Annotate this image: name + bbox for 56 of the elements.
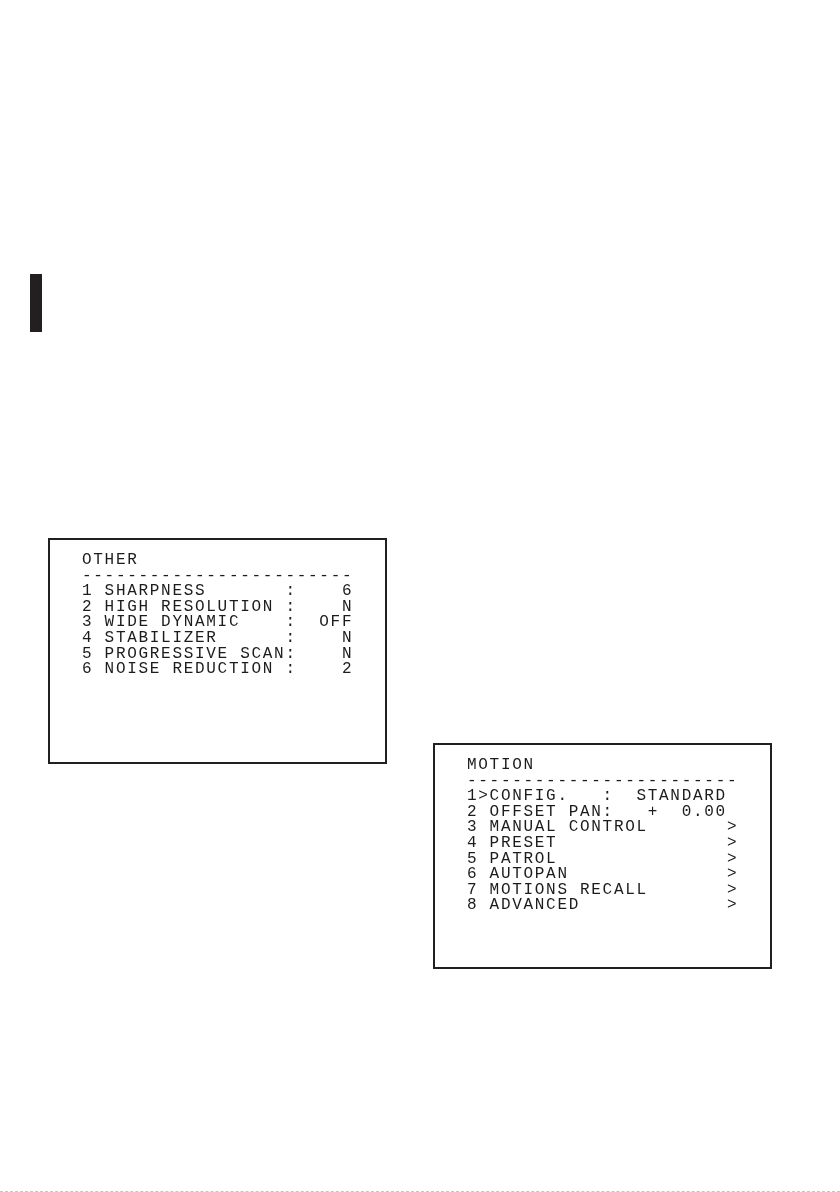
- item-value: 2: [340, 662, 354, 678]
- submenu-arrow: >: [726, 882, 739, 899]
- item-label: SHARPNESS: [104, 584, 207, 600]
- submenu-arrow: >: [726, 851, 739, 868]
- label-colon: :: [285, 615, 297, 631]
- item-number: 1: [82, 584, 94, 600]
- menu-title: MOTION: [467, 758, 535, 774]
- item-value: N: [340, 630, 354, 647]
- item-value: STANDARD: [635, 789, 728, 805]
- menu-separator: ------------------------: [467, 773, 739, 790]
- item-number: 7: [467, 882, 479, 899]
- item-label: MANUAL CONTROL: [489, 820, 649, 836]
- item-value: 6: [340, 584, 354, 600]
- item-label: HIGH RESOLUTION: [104, 599, 276, 616]
- item-label: AUTOPAN: [489, 867, 570, 883]
- label-colon: :: [285, 584, 297, 600]
- item-number: 6: [467, 867, 479, 883]
- item-label: ADVANCED: [489, 898, 581, 914]
- item-label: MOTIONS RECALL: [489, 882, 649, 899]
- item-value: OFF: [318, 615, 354, 631]
- item-number: 3: [467, 820, 479, 836]
- item-label: OFFSET PAN: [489, 804, 603, 821]
- item-label: PRESET: [489, 835, 559, 852]
- item-value: N: [340, 646, 354, 663]
- item-number: 2: [467, 804, 479, 821]
- item-number: 4: [467, 835, 479, 852]
- item-label: NOISE REDUCTION: [104, 662, 276, 678]
- menu-separator: ------------------------: [82, 568, 354, 585]
- item-value: N: [341, 599, 354, 616]
- item-number: 2: [82, 599, 94, 616]
- submenu-arrow: >: [726, 835, 739, 852]
- item-number: 1: [467, 789, 479, 805]
- label-colon: :: [602, 789, 614, 805]
- label-colon: :: [285, 599, 297, 616]
- item-label: PATROL: [489, 851, 558, 868]
- label-colon: :: [285, 646, 297, 663]
- label-colon: :: [602, 804, 614, 821]
- item-label: PROGRESSIVE SCAN: [104, 646, 286, 663]
- item-label: CONFIG.: [489, 789, 570, 805]
- cursor-marker: >: [478, 789, 490, 805]
- item-number: 6: [82, 662, 94, 678]
- item-label: STABILIZER: [104, 630, 219, 647]
- item-number: 5: [82, 646, 94, 663]
- item-value: + 0.00: [646, 804, 728, 821]
- submenu-arrow: >: [726, 820, 739, 836]
- item-number: 8: [467, 898, 479, 914]
- item-number: 5: [467, 851, 479, 868]
- label-colon: :: [285, 662, 297, 678]
- submenu-arrow: >: [726, 898, 739, 914]
- submenu-arrow: >: [726, 867, 739, 883]
- section-marker: [30, 274, 42, 332]
- item-number: 3: [82, 615, 94, 631]
- item-number: 4: [82, 630, 94, 647]
- item-label: WIDE DYNAMIC: [104, 615, 242, 631]
- menu-title: OTHER: [82, 553, 139, 569]
- label-colon: :: [285, 630, 297, 647]
